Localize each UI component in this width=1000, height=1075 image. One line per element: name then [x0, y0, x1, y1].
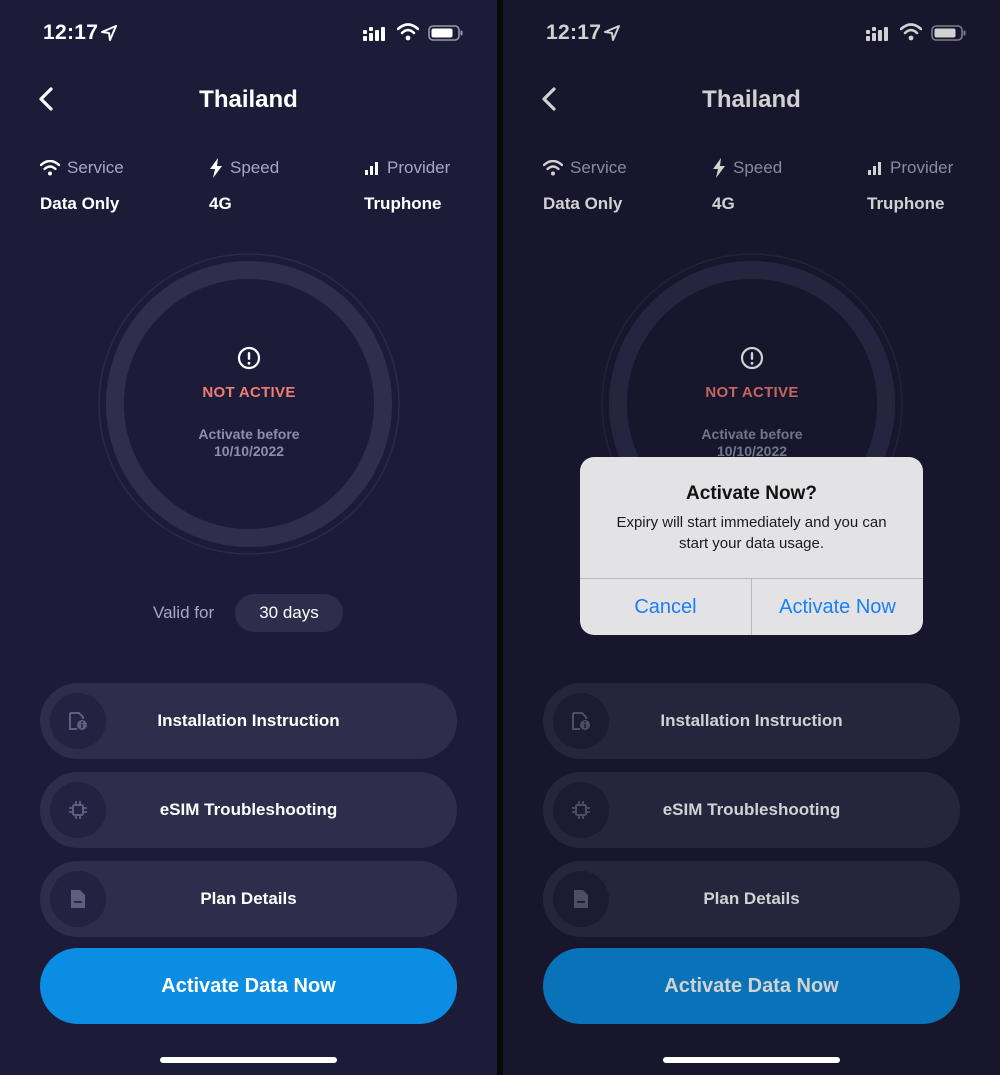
- cellular-signal-icon: [866, 27, 888, 41]
- valid-for-pill: 30 days: [235, 594, 343, 632]
- info-service-label: Service: [67, 158, 124, 177]
- activate-before-label: Activate before: [701, 426, 803, 442]
- status-time: 12:17: [43, 21, 99, 44]
- activate-before: Activate before 10/10/2022: [97, 426, 401, 460]
- status-time: 12:17: [546, 21, 602, 44]
- esim-troubleshooting-button[interactable]: eSIM Troubleshooting: [543, 772, 960, 848]
- installation-instruction-label: Installation Instruction: [660, 711, 843, 730]
- dialog-title: Activate Now?: [686, 483, 817, 504]
- activate-confirm-dialog: Activate Now? Expiry will start immediat…: [580, 457, 923, 635]
- battery-icon: [931, 25, 966, 41]
- wifi-icon: [40, 160, 60, 176]
- installation-instruction-label: Installation Instruction: [157, 711, 340, 730]
- plan-details-label: Plan Details: [703, 889, 800, 908]
- dialog-message: Expiry will start immediately and you ca…: [616, 514, 887, 552]
- activate-data-now-button[interactable]: Activate Data Now: [40, 948, 457, 1024]
- installation-instruction-button[interactable]: Installation Instruction: [543, 683, 960, 759]
- location-arrow-icon: [604, 25, 620, 41]
- activation-status: NOT ACTIVE: [705, 384, 799, 401]
- plan-details-button[interactable]: Plan Details: [543, 861, 960, 937]
- installation-instruction-button[interactable]: Installation Instruction: [40, 683, 457, 759]
- home-indicator[interactable]: [160, 1057, 337, 1063]
- signal-bars-icon: [365, 162, 378, 175]
- esim-troubleshooting-button[interactable]: eSIM Troubleshooting: [40, 772, 457, 848]
- plan-details-button[interactable]: Plan Details: [40, 861, 457, 937]
- esim-troubleshooting-label: eSIM Troubleshooting: [662, 800, 841, 819]
- page-title: Thailand: [702, 86, 801, 113]
- info-provider-label: Provider: [387, 158, 451, 177]
- usage-ring: NOT ACTIVE Activate before 10/10/2022: [97, 252, 401, 556]
- lightning-icon: [713, 158, 725, 178]
- activate-before: Activate before 10/10/2022: [600, 426, 904, 460]
- signal-bars-icon: [868, 162, 881, 175]
- screen-esim-detail: 12:17 Thailand Service Data Only Speed 4…: [0, 0, 497, 1075]
- battery-icon: [428, 25, 463, 41]
- info-service-value: Data Only: [40, 194, 120, 213]
- info-provider: Provider Truphone: [364, 158, 450, 214]
- info-provider-label: Provider: [890, 158, 954, 177]
- dialog-cancel-button[interactable]: Cancel: [580, 579, 751, 635]
- home-indicator[interactable]: [663, 1057, 840, 1063]
- wifi-icon: [397, 23, 419, 41]
- info-speed-label: Speed: [230, 158, 280, 177]
- info-provider-value: Truphone: [867, 194, 945, 213]
- info-service: Service Data Only: [40, 158, 124, 214]
- dialog-activate-now-button[interactable]: Activate Now: [752, 579, 923, 635]
- exclamation-circle-icon: [237, 346, 261, 370]
- status-bar: 12:17: [503, 0, 1000, 60]
- screen-esim-detail-with-dialog: 12:17 Thailand Service Data Only Speed 4…: [503, 0, 1000, 1075]
- activation-status: NOT ACTIVE: [202, 384, 296, 401]
- activate-before-label: Activate before: [198, 426, 300, 442]
- info-service: Service Data Only: [543, 158, 627, 214]
- activate-data-now-button[interactable]: Activate Data Now: [543, 948, 960, 1024]
- status-bar: 12:17: [0, 0, 497, 60]
- page-title: Thailand: [199, 86, 298, 113]
- wifi-icon: [543, 160, 563, 176]
- info-speed-value: 4G: [712, 194, 735, 213]
- plan-details-label: Plan Details: [200, 889, 297, 908]
- info-speed-value: 4G: [209, 194, 232, 213]
- cellular-signal-icon: [363, 27, 385, 41]
- activate-before-date: 10/10/2022: [213, 443, 285, 459]
- info-service-value: Data Only: [543, 194, 623, 213]
- exclamation-circle-icon: [740, 346, 764, 370]
- info-speed-label: Speed: [733, 158, 783, 177]
- wifi-icon: [900, 23, 922, 41]
- info-service-label: Service: [570, 158, 627, 177]
- esim-troubleshooting-label: eSIM Troubleshooting: [159, 800, 338, 819]
- info-provider: Provider Truphone: [867, 158, 953, 214]
- info-speed: Speed 4G: [209, 158, 279, 214]
- info-speed: Speed 4G: [712, 158, 782, 214]
- lightning-icon: [210, 158, 222, 178]
- valid-for-label: Valid for: [153, 603, 215, 622]
- location-arrow-icon: [101, 25, 117, 41]
- info-provider-value: Truphone: [364, 194, 442, 213]
